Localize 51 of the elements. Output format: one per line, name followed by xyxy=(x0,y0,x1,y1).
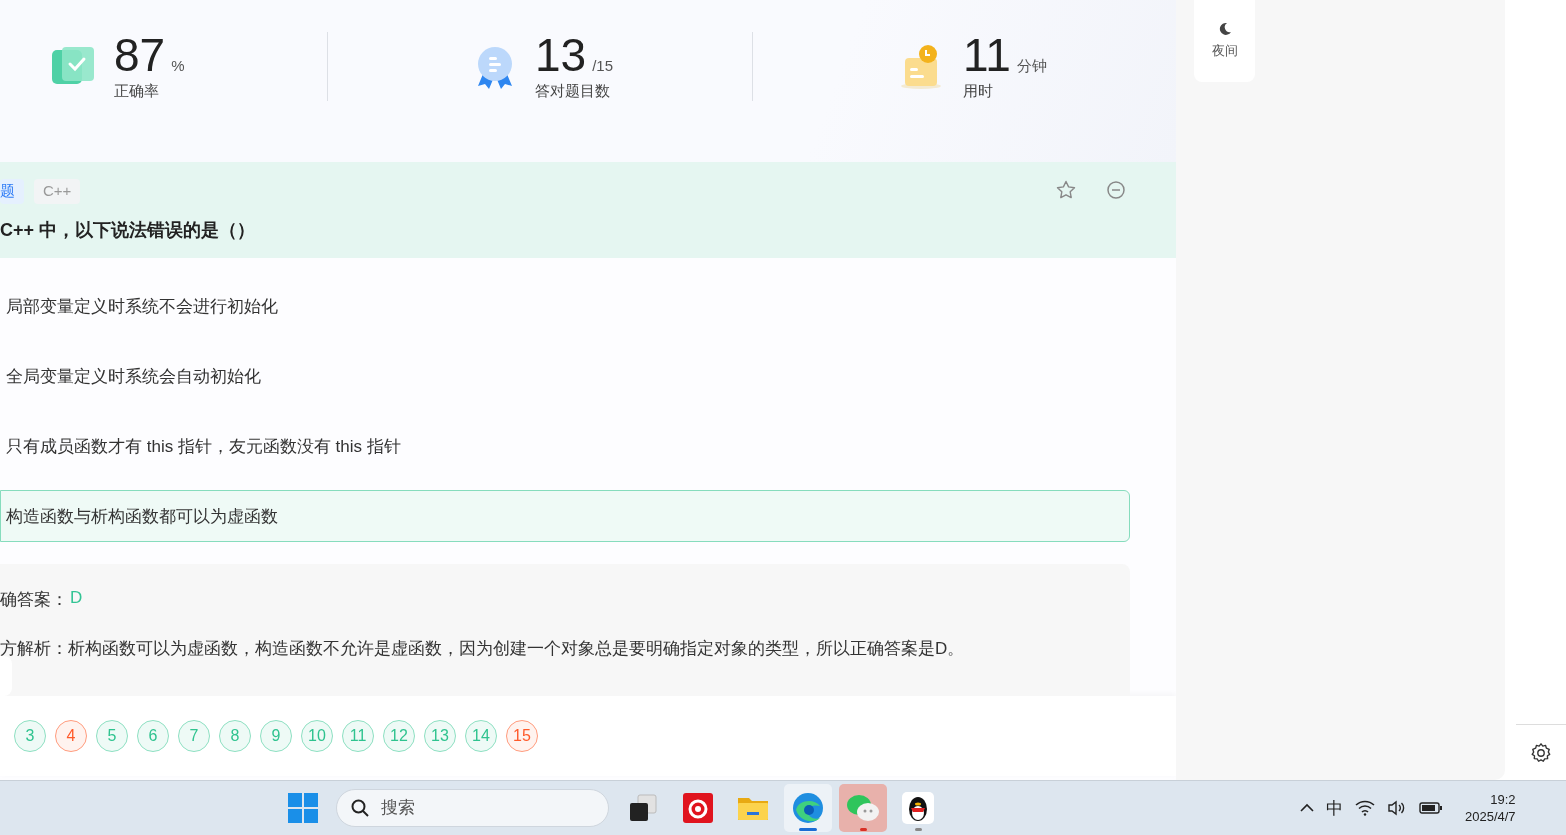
question-number[interactable]: 5 xyxy=(96,720,128,752)
minus-circle-icon[interactable] xyxy=(1106,180,1126,200)
question-number[interactable]: 6 xyxy=(137,720,169,752)
input-method-indicator[interactable]: 中 xyxy=(1326,796,1343,820)
search-icon xyxy=(351,799,369,817)
question-number[interactable]: 11 xyxy=(342,720,374,752)
question-number[interactable]: 10 xyxy=(301,720,333,752)
stat-unit: 分钟 xyxy=(1016,57,1047,76)
star-icon[interactable] xyxy=(1056,180,1076,200)
topic-tag: C++ xyxy=(34,178,81,204)
battery-icon[interactable] xyxy=(1419,801,1443,815)
penguin-icon[interactable] xyxy=(902,792,934,824)
answer-value: D xyxy=(70,588,83,609)
question-number[interactable]: 12 xyxy=(383,720,415,752)
chevron-up-icon[interactable] xyxy=(1300,803,1314,813)
question-number[interactable]: 15 xyxy=(506,720,538,752)
question-type-tag: 题 xyxy=(0,178,24,204)
start-icon[interactable] xyxy=(288,793,318,823)
clock-date[interactable]: 2025/4/7 xyxy=(1465,808,1516,825)
answer-option[interactable]: 只有成员函数才有 this 指针，友元函数没有 this 指针 xyxy=(0,420,1130,472)
question-number[interactable]: 14 xyxy=(465,720,497,752)
settings-icon[interactable] xyxy=(1530,741,1552,764)
task-view-icon[interactable] xyxy=(628,793,658,823)
stat-unit: % xyxy=(171,57,185,74)
question-number[interactable]: 9 xyxy=(260,720,292,752)
question-number[interactable]: 8 xyxy=(219,720,251,752)
question-title: C++ 中，以下说法错误的是（） xyxy=(0,218,257,242)
question-number[interactable]: 4 xyxy=(55,720,87,752)
answer-option[interactable]: 构造函数与析构函数都可以为虚函数 xyxy=(0,490,1130,542)
question-number[interactable]: 3 xyxy=(14,720,46,752)
clock-time[interactable]: 19:2 xyxy=(1490,791,1516,808)
browser-icon[interactable] xyxy=(792,792,824,824)
answer-option[interactable]: 全局变量定义时系统会自动初始化 xyxy=(0,350,1130,402)
answer-analysis: 方解析：析构函数可以为虚函数，构造函数不允许是虚函数，因为创建一个对象总是要明确指定对象的类型，所以正确答案是D。 xyxy=(0,638,966,660)
stat-value: 11 xyxy=(963,32,1011,78)
stat-label: 用时 xyxy=(963,82,994,101)
wifi-icon[interactable] xyxy=(1355,800,1375,816)
answer-option[interactable]: 局部变量定义时系统不会进行初始化 xyxy=(0,280,1130,332)
question-number[interactable]: 7 xyxy=(178,720,210,752)
stat-label: 正确率 xyxy=(114,82,160,101)
search-field[interactable]: 搜索 xyxy=(336,789,609,827)
moon-icon xyxy=(1217,22,1232,36)
question-number[interactable]: 13 xyxy=(424,720,456,752)
night-mode-button[interactable]: 夜间 xyxy=(1194,0,1255,82)
answer-label: 确答案： xyxy=(0,589,68,611)
music-app-icon[interactable] xyxy=(683,793,713,823)
stat-label: 答对题目数 xyxy=(535,82,611,101)
stat-unit: /15 xyxy=(592,57,614,74)
stat-value: 87 xyxy=(114,32,166,78)
volume-icon[interactable] xyxy=(1387,800,1407,816)
stat-value: 13 xyxy=(535,32,587,78)
